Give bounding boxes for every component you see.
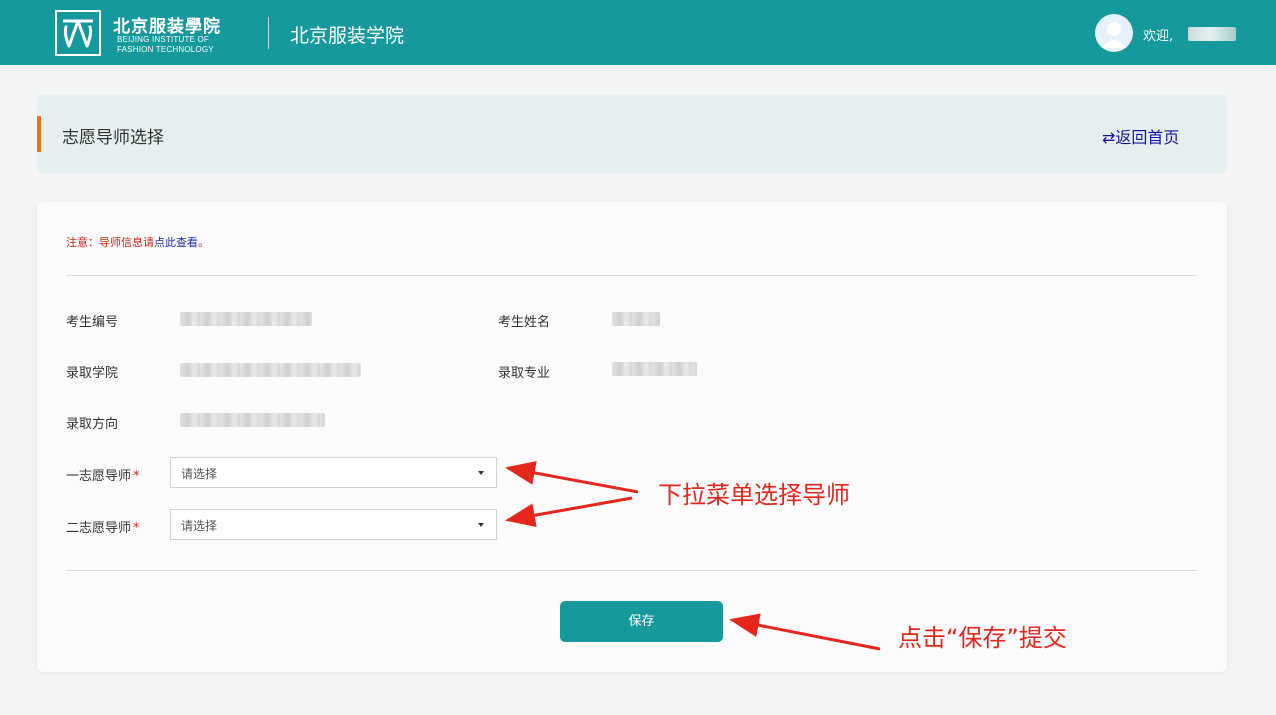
title-accent-bar [37, 116, 41, 152]
back-home-link[interactable]: ⇄返回首页 [1102, 124, 1179, 148]
second-choice-label-text: 二志愿导师 [66, 521, 132, 536]
college-value-redacted [180, 363, 361, 377]
required-mark: * [133, 469, 140, 484]
first-choice-select-value: 请选择 [181, 467, 218, 481]
divider-bottom [66, 570, 1197, 571]
divider-top [66, 275, 1197, 276]
tutor-selection-form: 注意：导师信息请点此查看。 考生编号 考生姓名 录取学院 录取专业 录取方向 一… [37, 202, 1227, 672]
candidate-name-value-redacted [612, 312, 660, 326]
notice-suffix: 。 [198, 236, 209, 249]
page-title: 志愿导师选择 [62, 128, 164, 148]
page-title-panel: 志愿导师选择 ⇄返回首页 [37, 95, 1227, 173]
save-button[interactable]: 保存 [560, 601, 723, 642]
welcome-text: 欢迎, [1143, 29, 1174, 44]
second-choice-label: 二志愿导师 * [66, 517, 140, 536]
candidate-id-value-redacted [180, 312, 312, 326]
first-choice-label: 一志愿导师 * [66, 465, 140, 484]
second-choice-tutor-select[interactable]: 请选择 [170, 509, 497, 540]
notice-prefix: 注意：导师信息请 [66, 236, 154, 249]
direction-label: 录取方向 [66, 417, 119, 432]
top-header: 北京服装學院 BEIJING INSTITUTE OF FASHION TECH… [0, 0, 1276, 65]
second-choice-select-value: 请选择 [181, 519, 218, 533]
caret-down-icon [478, 471, 484, 475]
first-choice-tutor-select[interactable]: 请选择 [170, 457, 497, 488]
first-choice-label-text: 一志愿导师 [66, 469, 132, 484]
direction-value-redacted [180, 413, 325, 427]
major-label: 录取专业 [498, 366, 551, 381]
logo-english-line1: BEIJING INSTITUTE OF [117, 35, 210, 44]
notice-text: 注意：导师信息请点此查看。 [66, 234, 209, 250]
tutor-info-link[interactable]: 点此查看 [154, 236, 198, 249]
candidate-name-label: 考生姓名 [498, 315, 551, 330]
bift-logo-icon [55, 10, 101, 56]
candidate-id-label: 考生编号 [66, 315, 119, 330]
college-label: 录取学院 [66, 366, 119, 381]
site-title: 北京服装学院 [290, 25, 405, 47]
avatar-icon[interactable] [1095, 14, 1133, 52]
caret-down-icon [478, 523, 484, 527]
major-value-redacted [612, 362, 697, 376]
username-redacted [1188, 27, 1236, 41]
back-home-label: 返回首页 [1115, 128, 1180, 147]
logo-english-name: BEIJING INSTITUTE OF FASHION TECHNOLOGY [117, 35, 214, 55]
header-divider [268, 17, 269, 49]
logo-chinese-name: 北京服装學院 [113, 17, 221, 37]
logo-english-line2: FASHION TECHNOLOGY [117, 45, 214, 54]
required-mark: * [133, 521, 140, 536]
school-logo[interactable]: 北京服装學院 BEIJING INSTITUTE OF FASHION TECH… [55, 10, 235, 56]
exchange-icon: ⇄ [1102, 128, 1116, 147]
